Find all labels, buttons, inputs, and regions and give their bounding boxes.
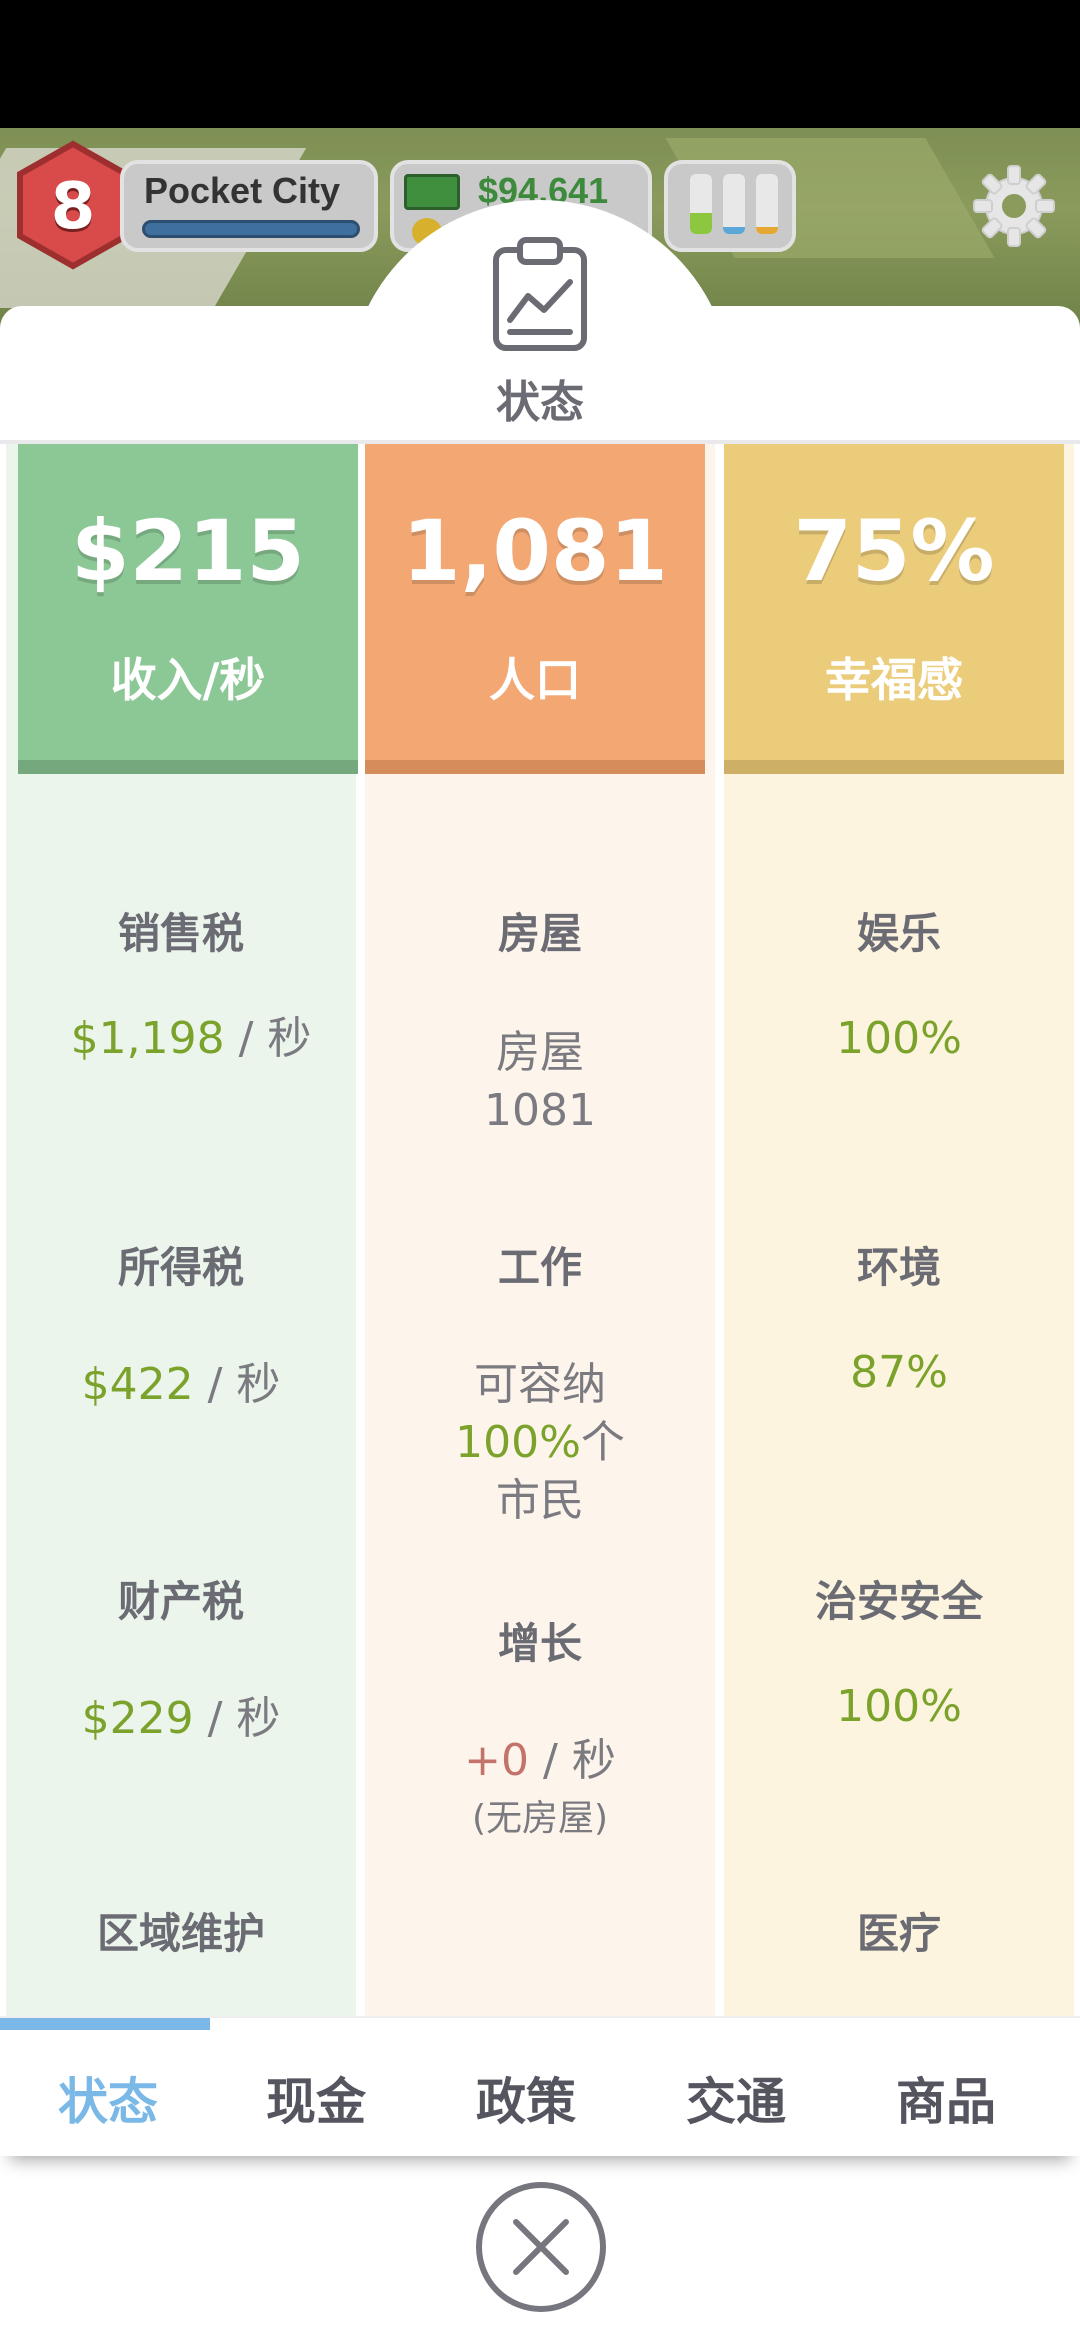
public-safety-title: 治安安全 — [814, 1577, 983, 1626]
panel-title: 状态 — [496, 377, 584, 428]
housing-value: 房屋 1081 — [484, 1027, 596, 1136]
health-title: 医疗 — [856, 1909, 941, 1958]
tab-goods[interactable]: 商品 — [838, 2062, 1054, 2134]
sales-tax-title: 销售税 — [117, 909, 244, 958]
population-value: 1,081 — [402, 502, 668, 600]
sales-tax-value: $1,198 / 秒 — [70, 1013, 312, 1064]
settings-gear-icon[interactable] — [968, 160, 1060, 252]
jobs-value: 可容纳 100%个 市民 — [455, 1359, 625, 1526]
tab-transport[interactable]: 交通 — [628, 2062, 844, 2134]
income-column: $215 收入/秒 销售税 $1,198 / 秒 所得税 $422 / 秒 财产… — [6, 444, 358, 2016]
income-tax-title: 所得税 — [117, 1243, 244, 1292]
population-summary-card: 1,081 人口 — [365, 444, 705, 774]
level-badge[interactable]: 8 — [14, 140, 132, 270]
close-circle-icon[interactable] — [474, 2180, 608, 2314]
tab-status[interactable]: 状态 — [0, 2062, 216, 2134]
demand-bar-industrial — [756, 174, 778, 234]
zone-maintenance-title: 区域维护 — [96, 1909, 265, 1958]
property-tax-title: 财产税 — [117, 1577, 244, 1626]
entertainment-title: 娱乐 — [856, 909, 941, 958]
property-tax-value: $229 / 秒 — [81, 1693, 281, 1744]
population-label: 人口 — [489, 653, 581, 707]
active-tab-indicator — [0, 2018, 210, 2030]
happiness-column: 75% 幸福感 娱乐 100% 环境 87% 治安安全 100% 医疗 — [724, 444, 1074, 2016]
happiness-summary-card: 75% 幸福感 — [724, 444, 1064, 774]
demand-bar-commercial — [723, 174, 745, 234]
demand-bar-residential — [690, 174, 712, 234]
tab-policy[interactable]: 政策 — [418, 2062, 634, 2134]
public-safety-value: 100% — [836, 1681, 962, 1732]
income-label: 收入/秒 — [110, 653, 266, 707]
xp-progress-bar — [142, 220, 360, 238]
environment-title: 环境 — [856, 1243, 941, 1292]
income-tax-value: $422 / 秒 — [81, 1359, 281, 1410]
population-column: 1,081 人口 房屋 房屋 1081 工作 可容纳 100%个 市民 增长 +… — [365, 444, 715, 2016]
entertainment-value: 100% — [836, 1013, 962, 1064]
clipboard-chart-icon — [490, 236, 590, 354]
income-value: $215 — [71, 502, 305, 600]
growth-title: 增长 — [497, 1619, 582, 1668]
happiness-label: 幸福感 — [825, 653, 963, 707]
happiness-value: 75% — [793, 502, 995, 600]
level-number: 8 — [50, 170, 96, 244]
housing-title: 房屋 — [497, 909, 582, 958]
system-status-bar — [0, 0, 1080, 128]
tab-cash[interactable]: 现金 — [208, 2062, 424, 2134]
income-summary-card: $215 收入/秒 — [18, 444, 358, 774]
jobs-title: 工作 — [497, 1243, 582, 1292]
city-name: Pocket City — [144, 170, 341, 211]
demand-meter[interactable] — [664, 160, 796, 252]
tab-bar: 状态 现金 政策 交通 商品 — [0, 2016, 1080, 2156]
city-info-pill[interactable]: Pocket City — [120, 160, 378, 252]
environment-value: 87% — [850, 1347, 948, 1398]
growth-value: +0 / 秒 (无房屋) — [464, 1735, 616, 1839]
cash-icon — [404, 174, 460, 210]
